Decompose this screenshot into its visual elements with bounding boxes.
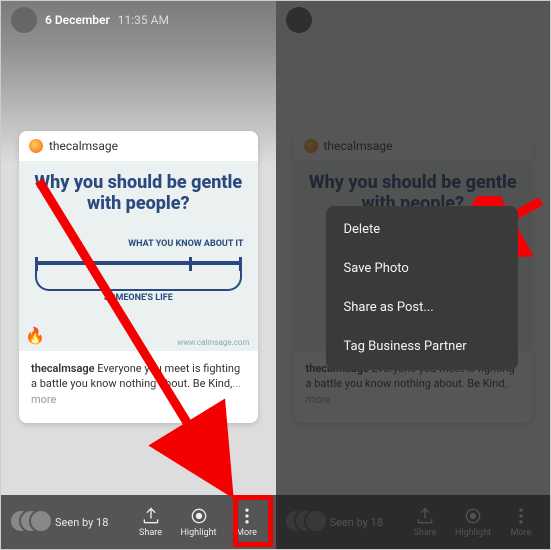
menu-item-share-as-post[interactable]: Share as Post... [326, 288, 519, 327]
menu-item-tag-business-partner[interactable]: Tag Business Partner [326, 327, 519, 366]
post-caption: thecalmsage Everyone you meet is fightin… [19, 351, 258, 423]
post-image: Why you should be gentle with people? WH… [19, 161, 258, 351]
annotation-what-you-know: WHAT YOU KNOW ABOUT IT [128, 239, 243, 249]
seen-by-button[interactable]: Seen by 18 [9, 509, 130, 535]
viewer-avatars-icon [9, 509, 49, 535]
flame-icon: 🔥 [25, 326, 45, 345]
caption-username: thecalmsage [31, 362, 95, 375]
seen-by-label: Seen by 18 [55, 516, 108, 529]
share-label: Share [139, 528, 162, 538]
watermark-text: www.calmsage.com [177, 338, 249, 347]
timeline-bar [35, 261, 242, 265]
highlight-button[interactable]: Highlight [178, 506, 220, 538]
more-label: More [236, 528, 257, 538]
menu-item-save-photo[interactable]: Save Photo [326, 249, 519, 288]
story-time: 11:35 AM [118, 13, 169, 27]
more-button[interactable]: More [226, 506, 268, 538]
highlight-label: Highlight [181, 528, 217, 538]
story-header: 6 December 11:35 AM [11, 7, 266, 33]
brace-icon [35, 271, 242, 291]
more-vertical-icon [237, 506, 257, 526]
menu-item-delete[interactable]: Delete [326, 210, 519, 249]
reshared-post-card[interactable]: thecalmsage Why you should be gentle wit… [19, 131, 258, 423]
post-author-username: thecalmsage [49, 139, 118, 153]
share-icon [141, 506, 161, 526]
post-headline: Why you should be gentle with people? [29, 173, 248, 214]
annotation-someones-life: SOMEONE'S LIFE [19, 293, 258, 303]
story-date: 6 December [45, 13, 110, 27]
more-options-menu: Delete Save Photo Share as Post... Tag B… [326, 206, 519, 370]
avatar[interactable] [11, 7, 37, 33]
share-button[interactable]: Share [130, 506, 172, 538]
story-bottom-bar: Seen by 18 Share Highlight More [1, 495, 276, 549]
highlight-icon [189, 506, 209, 526]
post-author-avatar [29, 139, 43, 153]
